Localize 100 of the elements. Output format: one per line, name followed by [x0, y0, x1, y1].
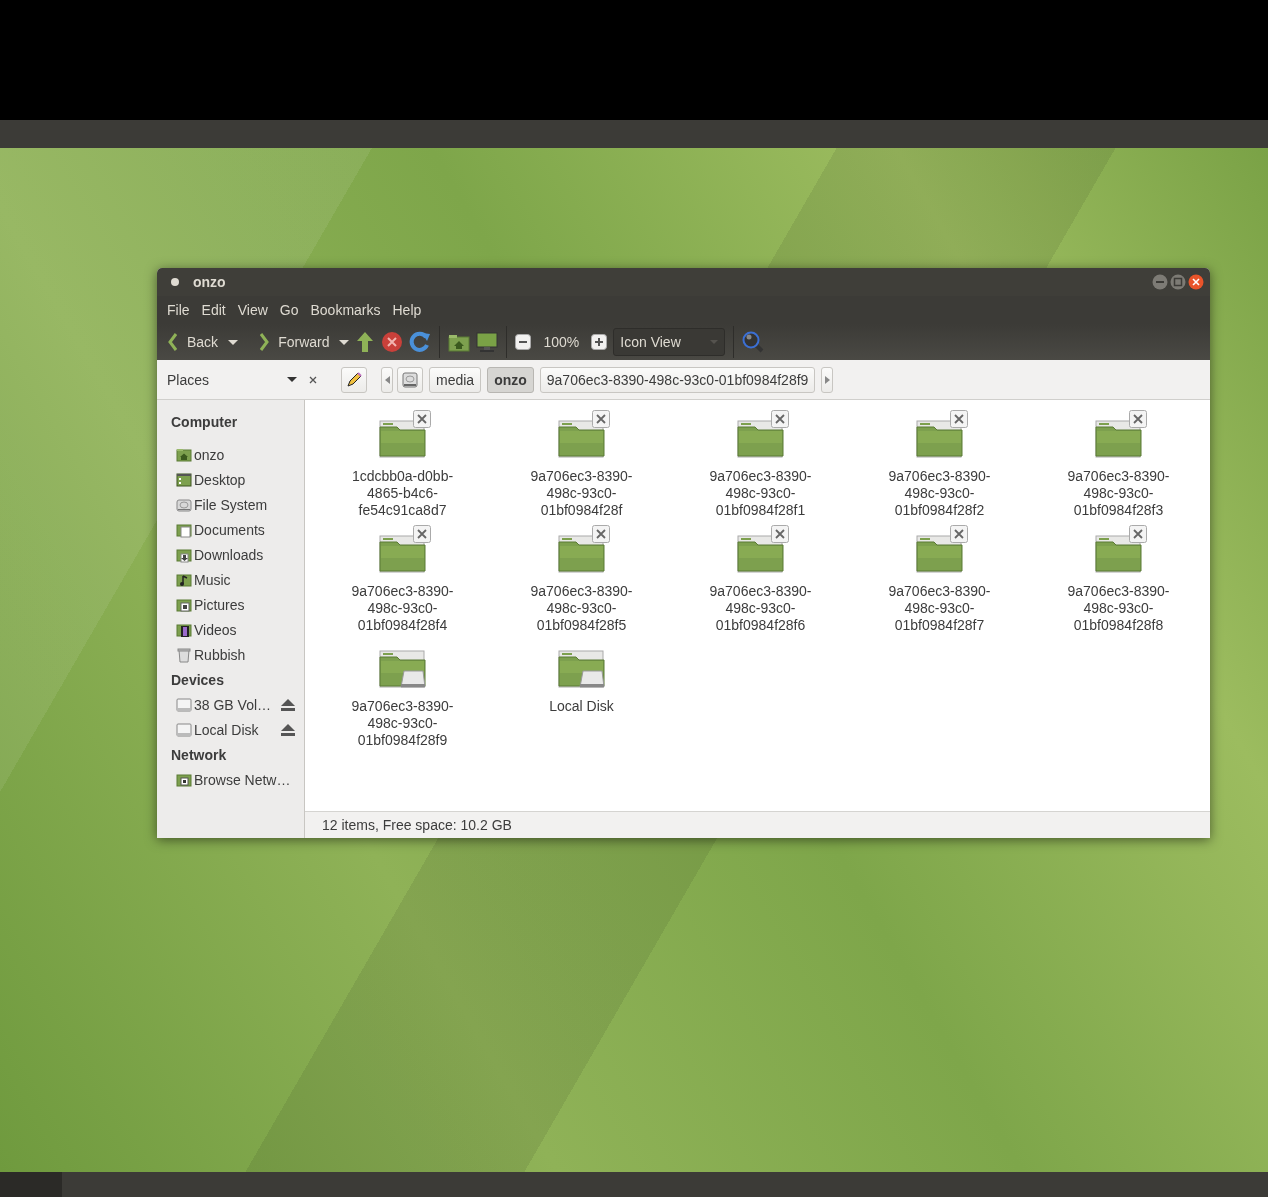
drive-icon	[176, 721, 192, 738]
home-folder-icon	[176, 446, 192, 463]
cross-emblem-icon	[412, 410, 431, 428]
right-arrow-icon	[824, 375, 830, 384]
folder-icon	[915, 535, 963, 573]
zoom-out-button[interactable]	[515, 334, 532, 350]
minimize-button[interactable]	[1152, 274, 1168, 290]
home-folder-icon[interactable]	[448, 332, 471, 352]
folder-icon	[736, 535, 784, 573]
file-name[interactable]: 9a706ec3-8390-498c-93c0-01bf0984f28f	[520, 468, 643, 519]
menu-item[interactable]: File	[163, 302, 194, 318]
cross-emblem-icon	[949, 525, 968, 543]
downloads-folder-icon	[176, 546, 192, 563]
folder-icon	[378, 535, 426, 573]
cross-emblem-icon	[949, 410, 968, 428]
drive-crumb-button[interactable]	[397, 366, 423, 393]
videos-folder-icon	[176, 621, 192, 638]
sidebar-heading: Network	[170, 745, 228, 765]
reload-icon[interactable]	[409, 331, 432, 353]
up-arrow-icon[interactable]	[355, 331, 376, 353]
folder-with-drive-icon	[378, 650, 426, 688]
cross-emblem-icon	[591, 410, 610, 428]
sidebar-item[interactable]: onzo	[194, 446, 304, 463]
folder-icon	[915, 420, 963, 458]
sidebar-item[interactable]: Pictures	[194, 596, 304, 613]
pictures-folder-icon	[176, 596, 192, 613]
dropdown-caret-icon[interactable]	[228, 339, 239, 345]
hard-drive-icon	[176, 496, 192, 513]
zoom-level: 100%	[542, 334, 581, 350]
window-dot-icon	[169, 276, 181, 288]
folder-icon	[378, 420, 426, 458]
dropdown-caret-icon	[287, 377, 297, 382]
path-crumb[interactable]: onzo	[487, 366, 534, 393]
sidebar-item[interactable]: Downloads	[194, 546, 304, 563]
forward-button[interactable]: Forward	[254, 330, 334, 354]
file-name[interactable]: 9a706ec3-8390-498c-93c0-01bf0984f28f6	[699, 583, 822, 634]
sidebar-item[interactable]: Browse Netw…	[194, 771, 304, 788]
desktop-icon	[176, 471, 192, 488]
close-button[interactable]	[1188, 274, 1204, 290]
cross-emblem-icon	[591, 525, 610, 543]
stop-icon[interactable]	[381, 331, 404, 353]
sidebar-item[interactable]: Desktop	[194, 471, 304, 488]
file-name[interactable]: 9a706ec3-8390-498c-93c0-01bf0984f28f4	[341, 583, 464, 634]
cross-emblem-icon	[1128, 410, 1147, 428]
file-name[interactable]: 9a706ec3-8390-498c-93c0-01bf0984f28f1	[699, 468, 822, 519]
menu-item[interactable]: Bookmarks	[306, 302, 385, 318]
file-name[interactable]: 9a706ec3-8390-498c-93c0-01bf0984f28f9	[341, 698, 464, 749]
file-name[interactable]: 9a706ec3-8390-498c-93c0-01bf0984f28f3	[1057, 468, 1180, 519]
view-mode-dropdown[interactable]: Icon View	[613, 328, 726, 356]
search-icon[interactable]	[742, 331, 765, 353]
dropdown-caret-icon[interactable]	[339, 339, 350, 345]
folder-icon	[557, 535, 605, 573]
monitor-icon[interactable]	[476, 332, 499, 352]
menu-item[interactable]: Help	[388, 302, 426, 318]
sidebar-item[interactable]: Documents	[194, 521, 304, 538]
path-crumb[interactable]: 9a706ec3-8390-498c-93c0-01bf0984f28f9	[539, 366, 816, 393]
zoom-in-button[interactable]	[591, 334, 608, 350]
sidebar-item[interactable]: Music	[194, 571, 304, 588]
folder-icon	[557, 420, 605, 458]
folder-icon	[1094, 535, 1142, 573]
file-name[interactable]: 9a706ec3-8390-498c-93c0-01bf0984f28f7	[878, 583, 1001, 634]
documents-folder-icon	[176, 521, 192, 538]
scroll-right-button[interactable]	[821, 366, 834, 393]
file-name[interactable]: 9a706ec3-8390-498c-93c0-01bf0984f28f2	[878, 468, 1001, 519]
status-bar: 12 items, Free space: 10.2 GB	[305, 811, 1210, 838]
back-button[interactable]: Back	[163, 330, 223, 354]
path-crumb[interactable]: media	[429, 366, 482, 393]
eject-icon[interactable]	[280, 697, 296, 712]
left-arrow-icon	[384, 375, 390, 384]
menu-item[interactable]: View	[233, 302, 272, 318]
file-name[interactable]: Local Disk	[520, 698, 643, 715]
sidebar-item[interactable]: Videos	[194, 621, 304, 638]
sidebar-item[interactable]: Local Disk	[194, 721, 278, 738]
sidebar-heading: Devices	[170, 670, 225, 690]
cross-emblem-icon	[770, 525, 789, 543]
trash-can-icon	[176, 646, 192, 663]
sidebar-item[interactable]: 38 GB Vol…	[194, 696, 278, 713]
cross-emblem-icon	[412, 525, 431, 543]
pencil-icon	[345, 370, 363, 389]
edit-location-button[interactable]	[341, 366, 367, 393]
sidebar-item[interactable]: File System	[194, 496, 304, 513]
cross-emblem-icon	[1128, 525, 1147, 543]
side-pane-dropdown[interactable]: Places	[161, 371, 303, 388]
window-title: onzo	[193, 274, 226, 290]
network-folder-icon	[176, 771, 192, 788]
menu-item[interactable]: Edit	[197, 302, 230, 318]
file-name[interactable]: 9a706ec3-8390-498c-93c0-01bf0984f28f5	[520, 583, 643, 634]
hard-drive-icon	[402, 371, 418, 388]
folder-with-drive-icon	[557, 650, 605, 688]
menu-item[interactable]: Go	[275, 302, 303, 318]
file-name[interactable]: 1cdcbb0a-d0bb-4865-b4c6-fe54c91ca8d7	[341, 468, 464, 519]
scroll-left-button[interactable]	[381, 366, 393, 393]
eject-icon[interactable]	[280, 722, 296, 737]
music-folder-icon	[176, 571, 192, 588]
sidebar-item[interactable]: Rubbish	[194, 646, 304, 663]
cross-emblem-icon	[770, 410, 789, 428]
file-name[interactable]: 9a706ec3-8390-498c-93c0-01bf0984f28f8	[1057, 583, 1180, 634]
sidebar-heading: Computer	[170, 412, 239, 432]
drive-icon	[176, 696, 192, 713]
close-icon[interactable]	[309, 375, 317, 384]
